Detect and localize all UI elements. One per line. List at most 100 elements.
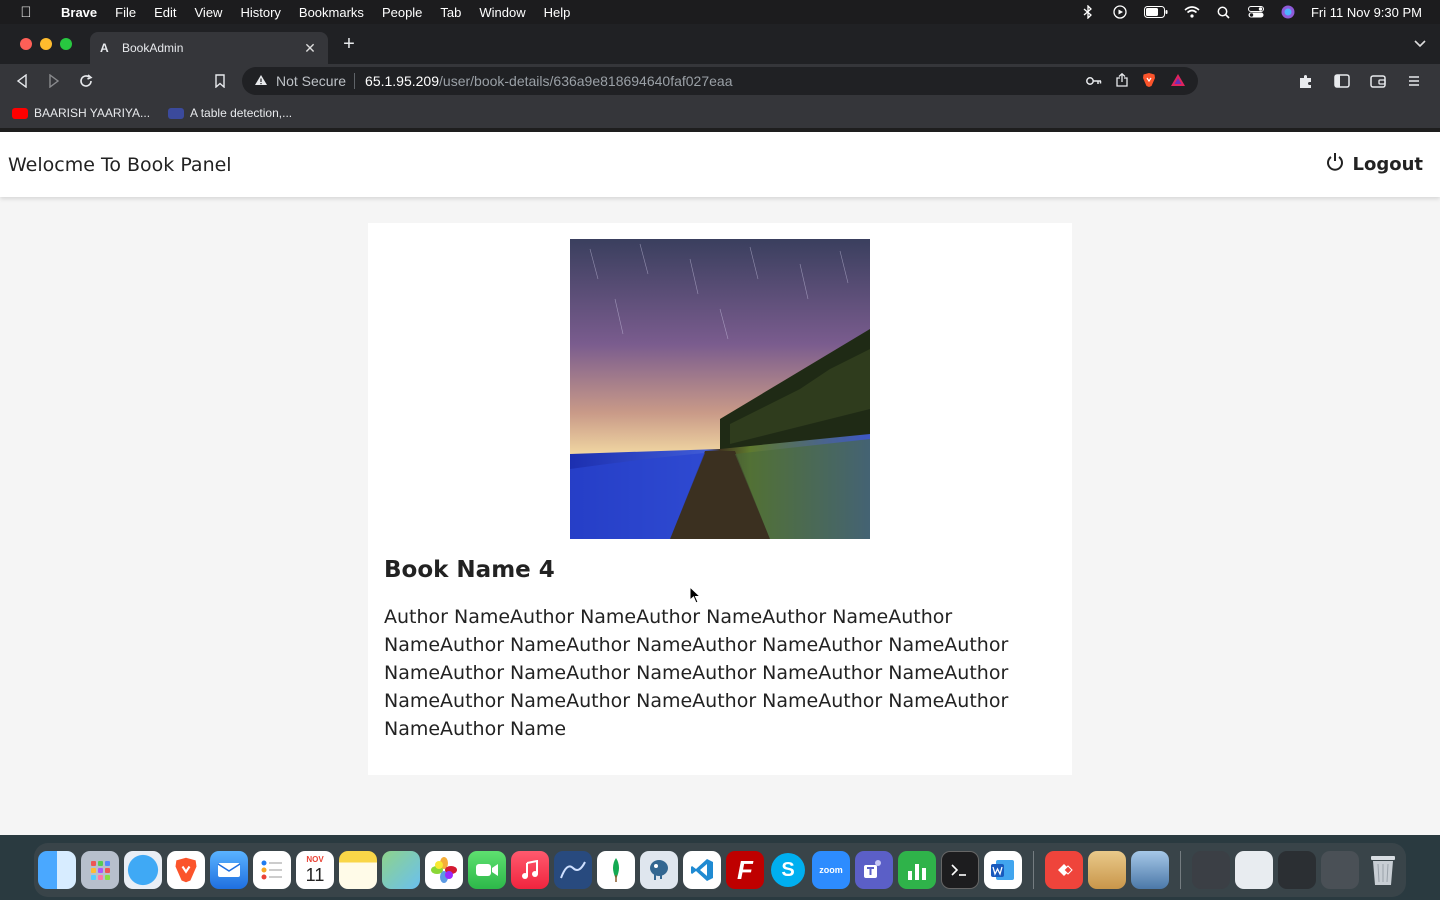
tds-icon	[168, 107, 185, 119]
archive-utility-icon[interactable]	[1088, 851, 1126, 889]
minimize-window-button[interactable]	[40, 38, 52, 50]
bookmark-item[interactable]: A table detection,...	[168, 106, 292, 120]
security-label[interactable]: Not Secure	[276, 73, 346, 89]
preview-icon[interactable]	[1131, 851, 1169, 889]
photos-icon[interactable]	[425, 851, 463, 889]
extensions-icon[interactable]	[1290, 67, 1322, 95]
mail-icon[interactable]	[210, 851, 248, 889]
warning-icon[interactable]	[254, 74, 268, 89]
forward-button[interactable]	[38, 67, 70, 95]
power-icon	[1326, 152, 1344, 177]
terminal-icon[interactable]	[941, 851, 979, 889]
menu-people[interactable]: People	[373, 5, 431, 20]
apple-icon[interactable]: 	[0, 4, 52, 21]
key-icon[interactable]	[1086, 74, 1102, 89]
mouse-cursor-icon	[689, 586, 702, 604]
safari-icon[interactable]	[124, 851, 162, 889]
play-icon[interactable]	[1111, 5, 1129, 19]
tab-close-icon[interactable]: ✕	[302, 40, 318, 57]
siri-icon[interactable]	[1279, 5, 1297, 19]
menu-window[interactable]: Window	[470, 5, 534, 20]
browser-toolbar: Not Secure 65.1.95.209/user/book-details…	[0, 64, 1440, 98]
book-author: Author NameAuthor NameAuthor NameAuthor …	[384, 606, 1009, 740]
notes-icon[interactable]	[339, 851, 377, 889]
app-brand: Welocme To Book Panel	[8, 153, 232, 176]
finder-icon[interactable]	[38, 851, 76, 889]
menu-help[interactable]: Help	[535, 5, 580, 20]
menu-view[interactable]: View	[186, 5, 232, 20]
address-bar[interactable]: Not Secure 65.1.95.209/user/book-details…	[242, 67, 1198, 95]
numbers-icon[interactable]	[898, 851, 936, 889]
close-window-button[interactable]	[20, 38, 32, 50]
mysql-workbench-icon[interactable]	[554, 851, 592, 889]
menu-edit[interactable]: Edit	[145, 5, 185, 20]
back-button[interactable]	[6, 67, 38, 95]
book-cover-image	[570, 239, 870, 539]
word-icon[interactable]	[984, 851, 1022, 889]
browser-tabbar: A BookAdmin ✕ +	[0, 24, 1440, 64]
macos-dock: NOV 11 F S zoom	[34, 843, 1406, 897]
menu-file[interactable]: File	[106, 5, 145, 20]
youtube-icon	[12, 107, 28, 119]
bluetooth-icon[interactable]	[1079, 5, 1097, 19]
bookmark-icon[interactable]	[204, 67, 236, 95]
spotlight-search-icon[interactable]	[1215, 5, 1233, 19]
menu-bookmarks[interactable]: Bookmarks	[290, 5, 373, 20]
minimized-window-icon[interactable]	[1235, 851, 1273, 889]
menu-history[interactable]: History	[231, 5, 289, 20]
anydesk-icon[interactable]	[1045, 851, 1083, 889]
new-tab-button[interactable]: +	[334, 33, 364, 56]
bookmark-label: BAARISH YAARIYA...	[34, 106, 151, 120]
trash-icon[interactable]	[1364, 851, 1402, 889]
bookmark-label: A table detection,...	[190, 106, 293, 120]
share-icon[interactable]	[1116, 72, 1128, 90]
control-center-icon[interactable]	[1247, 5, 1265, 19]
brave-rewards-icon[interactable]	[1170, 73, 1186, 90]
menubar-datetime[interactable]: Fri 11 Nov 9:30 PM	[1311, 5, 1422, 20]
music-icon[interactable]	[511, 851, 549, 889]
zoom-window-button[interactable]	[60, 38, 72, 50]
battery-icon[interactable]	[1143, 5, 1169, 19]
calendar-icon[interactable]: NOV 11	[296, 851, 334, 889]
teams-icon[interactable]	[855, 851, 893, 889]
filezilla-icon[interactable]: F	[726, 851, 764, 889]
sidebar-icon[interactable]	[1326, 67, 1358, 95]
window-controls	[0, 38, 90, 50]
url-host: 65.1.95.209	[365, 73, 440, 89]
maps-icon[interactable]	[382, 851, 420, 889]
launchpad-icon[interactable]	[81, 851, 119, 889]
minimized-window-icon[interactable]	[1321, 851, 1359, 889]
brave-icon[interactable]	[167, 851, 205, 889]
brave-shields-icon[interactable]	[1142, 72, 1156, 91]
tab-favicon-icon: A	[100, 41, 109, 55]
menu-app-name[interactable]: Brave	[52, 5, 106, 20]
calendar-day: 11	[305, 865, 325, 885]
postgresql-icon[interactable]	[640, 851, 678, 889]
skype-icon[interactable]: S	[769, 851, 807, 889]
wallet-icon[interactable]	[1362, 67, 1394, 95]
minimized-window-icon[interactable]	[1192, 851, 1230, 889]
reminders-icon[interactable]	[253, 851, 291, 889]
address-divider	[354, 73, 356, 89]
menu-icon[interactable]	[1398, 67, 1430, 95]
reload-button[interactable]	[70, 67, 102, 95]
minimized-window-icon[interactable]	[1278, 851, 1316, 889]
bookmarks-bar: BAARISH YAARIYA... A table detection,...	[0, 98, 1440, 128]
book-details-card: Book Name 4 Author NameAuthor NameAuthor…	[368, 223, 1072, 775]
toolbar-right	[1290, 67, 1430, 95]
calendar-month: NOV	[306, 855, 324, 864]
mongodb-compass-icon[interactable]	[597, 851, 635, 889]
tab-bookadmin[interactable]: A BookAdmin ✕	[90, 32, 328, 64]
desktop-background: NOV 11 F S zoom	[0, 835, 1440, 900]
bookmark-item[interactable]: BAARISH YAARIYA...	[12, 106, 150, 120]
menu-tab[interactable]: Tab	[431, 5, 470, 20]
app-header: Welocme To Book Panel Logout	[0, 132, 1440, 197]
vscode-icon[interactable]	[683, 851, 721, 889]
tab-title: BookAdmin	[122, 41, 184, 55]
logout-button[interactable]: Logout	[1326, 152, 1432, 177]
url-path: /user/book-details/636a9e818694640faf027…	[439, 73, 733, 89]
wifi-icon[interactable]	[1183, 5, 1201, 19]
tab-search-chevron-icon[interactable]	[1414, 37, 1426, 51]
zoom-icon[interactable]: zoom	[812, 851, 850, 889]
facetime-icon[interactable]	[468, 851, 506, 889]
